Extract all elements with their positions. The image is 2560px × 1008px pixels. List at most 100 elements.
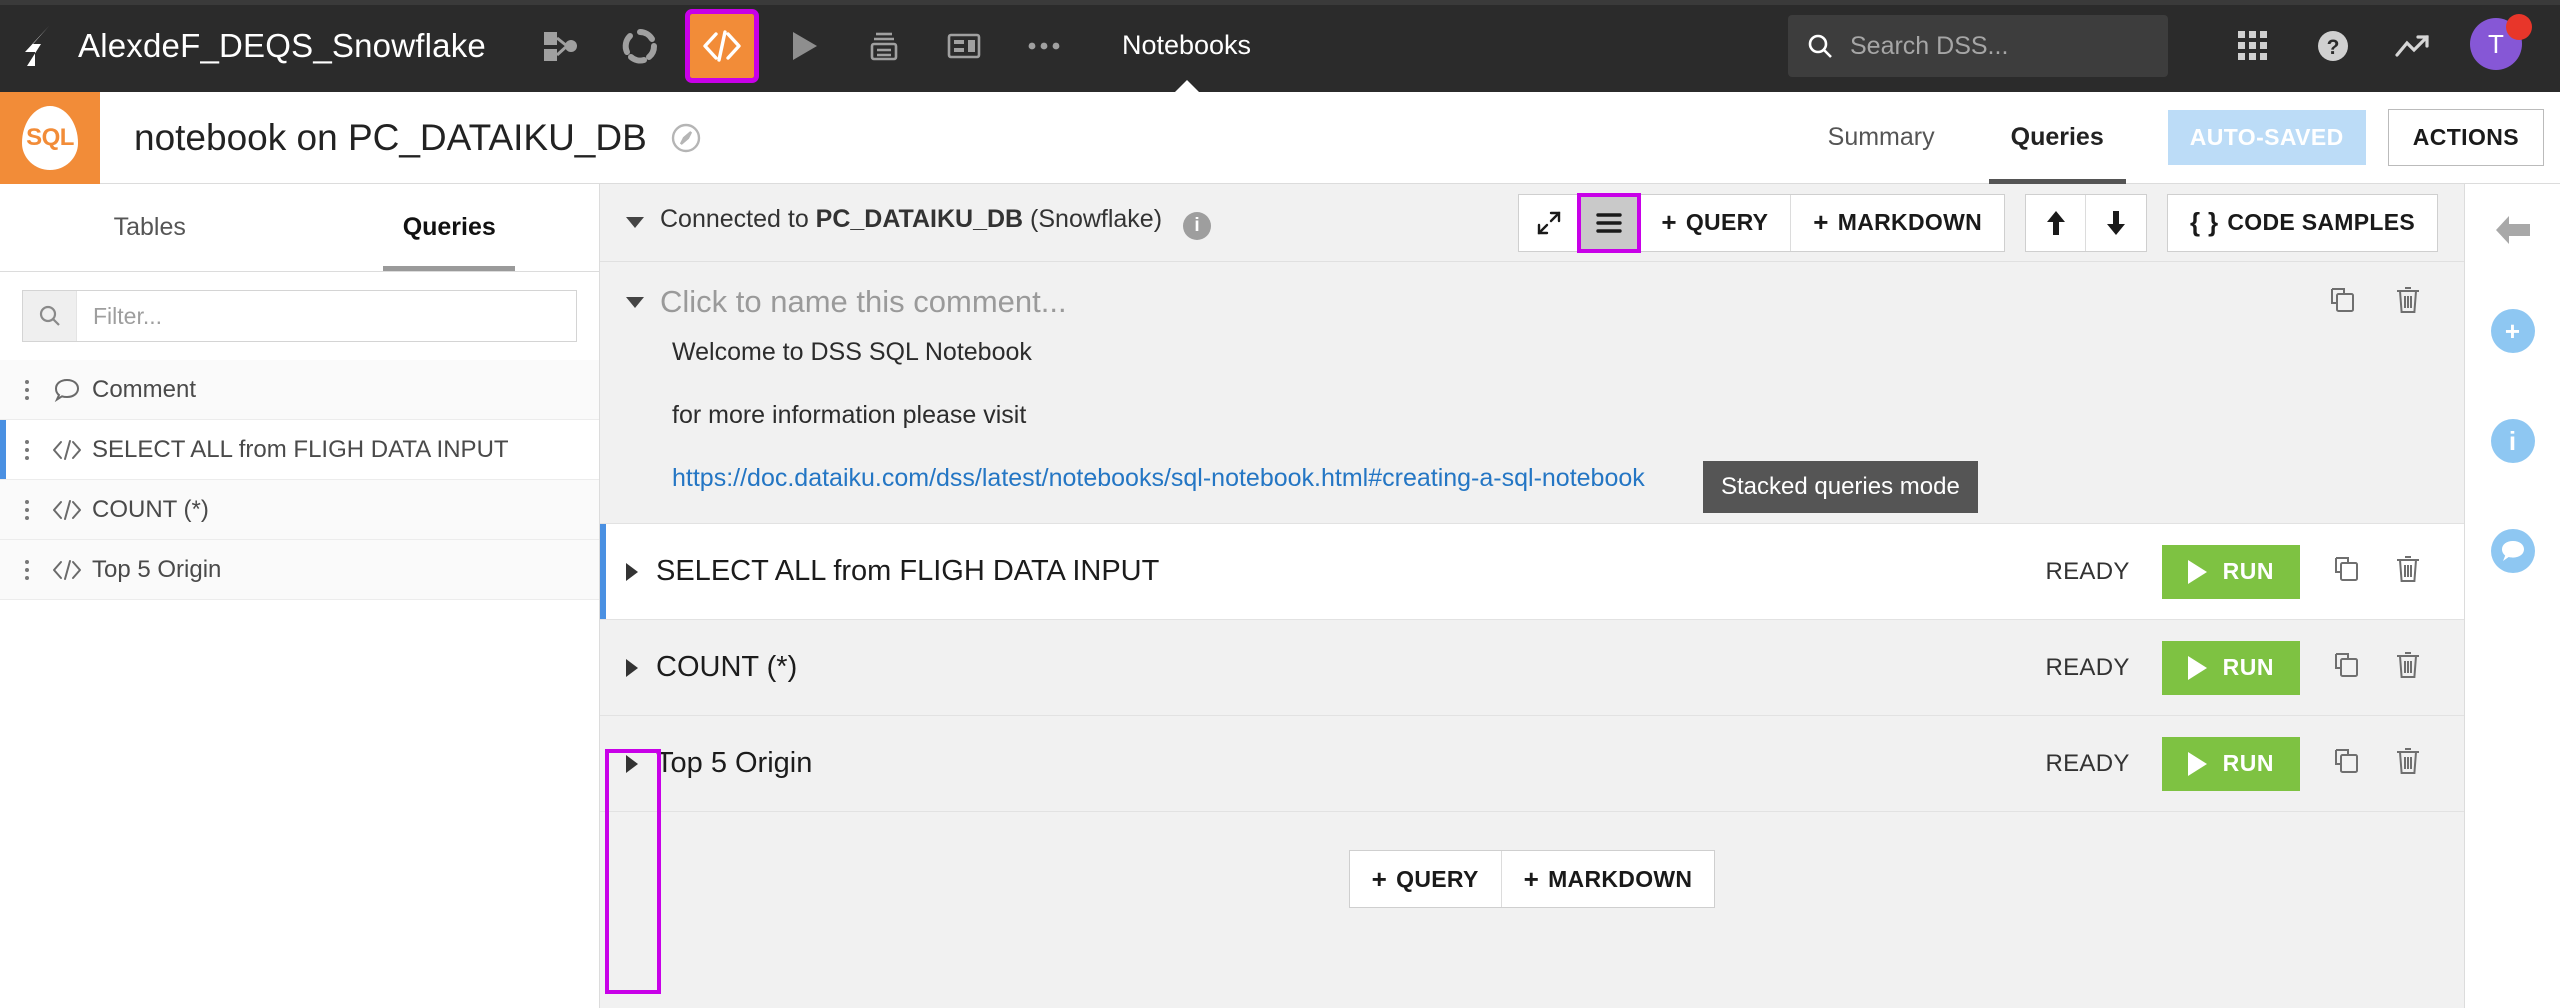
list-item[interactable]: SELECT ALL from FLIGH DATA INPUT [0, 420, 599, 480]
code-icon [46, 499, 88, 521]
more-icon[interactable] [1014, 18, 1074, 74]
add-query-button[interactable]: + QUERY [1639, 194, 1792, 251]
compass-icon[interactable] [669, 121, 703, 155]
expand-button[interactable] [1519, 194, 1580, 251]
chat-circle-icon[interactable] [2465, 496, 2560, 606]
lab-icon[interactable] [610, 18, 670, 74]
delete-icon[interactable] [2394, 554, 2422, 589]
sidebar-tab-queries[interactable]: Queries [300, 184, 600, 271]
delete-icon[interactable] [2394, 650, 2422, 685]
run-button[interactable]: RUN [2161, 640, 2300, 695]
printer-icon[interactable] [854, 18, 914, 74]
connection-label: Connected to PC_DATAIKU_DB (Snowflake) i [660, 205, 1211, 240]
run-label: RUN [2222, 750, 2274, 776]
topbar-right-cluster: Search DSS... ? T [1788, 14, 2560, 77]
footer-add-query-label: QUERY [1396, 865, 1479, 892]
notebook-title[interactable]: notebook on PC_DATAIKU_DB [134, 117, 647, 159]
drag-handle-icon[interactable] [14, 379, 40, 400]
plus-icon: + [1371, 863, 1388, 894]
delete-icon[interactable] [2394, 285, 2422, 320]
notification-dot [2506, 14, 2532, 40]
tab-summary[interactable]: Summary [1806, 92, 1957, 184]
collapse-arrow-icon[interactable] [2465, 184, 2560, 276]
sql-notebook-logo: SQL [0, 91, 100, 184]
run-button[interactable]: RUN [2161, 544, 2300, 599]
tab-queries-label: Queries [2010, 123, 2104, 151]
user-avatar[interactable]: T [2470, 14, 2532, 74]
autosaved-badge: AUTO-SAVED [2167, 110, 2366, 165]
dataiku-logo-icon[interactable] [0, 24, 78, 68]
search-placeholder: Search DSS... [1850, 31, 2009, 60]
delete-icon[interactable] [2394, 746, 2422, 781]
flow-icon[interactable] [530, 18, 590, 74]
sidebar-tab-tables[interactable]: Tables [0, 184, 300, 271]
filter-input[interactable]: Filter... [22, 290, 577, 342]
project-title[interactable]: AlexdeF_DEQS_Snowflake [78, 27, 486, 65]
info-circle-icon[interactable]: i [2465, 386, 2560, 496]
chat-circle-glyph [2490, 529, 2535, 573]
chevron-right-icon[interactable] [626, 562, 638, 581]
move-down-button[interactable] [2086, 194, 2146, 251]
play-icon [2187, 751, 2207, 776]
add-circle-icon[interactable]: + [2465, 276, 2560, 386]
info-icon[interactable]: i [1183, 212, 1211, 240]
svg-text:?: ? [2327, 36, 2340, 59]
documentation-link[interactable]: https://doc.dataiku.com/dss/latest/noteb… [672, 464, 2464, 493]
chevron-down-icon[interactable] [626, 217, 644, 228]
drag-handle-icon[interactable] [14, 559, 40, 580]
nav-notebooks[interactable]: Notebooks [1122, 30, 1251, 93]
markdown-line: for more information please visit [672, 401, 1027, 429]
play-icon [2187, 559, 2207, 584]
top-strip [0, 0, 2560, 5]
copy-icon[interactable] [2332, 554, 2362, 589]
add-markdown-button[interactable]: + MARKDOWN [1791, 194, 2004, 251]
copy-icon[interactable] [2332, 746, 2362, 781]
footer-add-markdown-button[interactable]: + MARKDOWN [1501, 851, 1715, 907]
activity-trend-icon[interactable] [2382, 15, 2444, 77]
run-label: RUN [2222, 654, 2274, 680]
code-icon [46, 439, 88, 461]
code-icon[interactable] [684, 9, 759, 83]
run-button[interactable]: RUN [2161, 736, 2300, 791]
apps-grid-icon[interactable] [2222, 15, 2284, 77]
chevron-right-icon[interactable] [626, 754, 638, 773]
chevron-right-icon[interactable] [626, 658, 638, 677]
query-name: SELECT ALL from FLIGH DATA INPUT [656, 555, 1160, 587]
stacked-queries-mode-button[interactable] [1577, 192, 1642, 253]
help-icon[interactable]: ? [2302, 15, 2364, 77]
move-up-button[interactable] [2026, 194, 2086, 251]
code-samples-button[interactable]: { } CODE SAMPLES [2168, 194, 2437, 251]
actions-button[interactable]: ACTIONS [2387, 109, 2544, 166]
query-row-actions: READY RUN [2045, 736, 2464, 791]
notebook-toolbar: + QUERY + MARKDOWN {} CODE SAMPLES [1518, 192, 2464, 253]
query-row[interactable]: COUNT (*) READY RUN [600, 620, 2464, 716]
query-row[interactable]: Top 5 Origin READY RUN [600, 716, 2464, 812]
plus-icon: + [1813, 207, 1829, 237]
drag-handle-icon[interactable] [14, 499, 40, 520]
nav-active-caret [1173, 79, 1200, 93]
run-icon[interactable] [774, 18, 834, 74]
sidebar-tabs: Tables Queries [0, 184, 599, 272]
notebook-subheader: SQL notebook on PC_DATAIKU_DB Summary Qu… [0, 91, 2560, 184]
dashboard-icon[interactable] [934, 18, 994, 74]
list-item[interactable]: Top 5 Origin [0, 540, 599, 600]
query-row[interactable]: SELECT ALL from FLIGH DATA INPUT READY R… [600, 524, 2464, 620]
list-item[interactable]: COUNT (*) [0, 480, 599, 540]
play-icon [2187, 655, 2207, 680]
list-item[interactable]: Comment [0, 360, 599, 420]
connection-prefix: Connected to [660, 205, 816, 233]
drag-handle-icon[interactable] [14, 439, 40, 460]
copy-icon[interactable] [2328, 285, 2358, 320]
markdown-cell-actions [2328, 285, 2464, 320]
tab-queries[interactable]: Queries [1988, 92, 2126, 184]
chevron-down-icon[interactable] [626, 296, 644, 308]
footer-add-query-button[interactable]: + QUERY [1349, 851, 1502, 907]
add-circle-glyph: + [2490, 309, 2535, 353]
run-label: RUN [2222, 558, 2274, 584]
markdown-cell-title[interactable]: Click to name this comment... [660, 284, 1067, 320]
copy-icon[interactable] [2332, 650, 2362, 685]
code-samples-label: CODE SAMPLES [2227, 209, 2415, 235]
add-query-label: QUERY [1685, 209, 1769, 235]
search-input[interactable]: Search DSS... [1788, 15, 2168, 77]
markdown-cell-body: Welcome to DSS SQL Notebook for more inf… [600, 320, 2464, 493]
